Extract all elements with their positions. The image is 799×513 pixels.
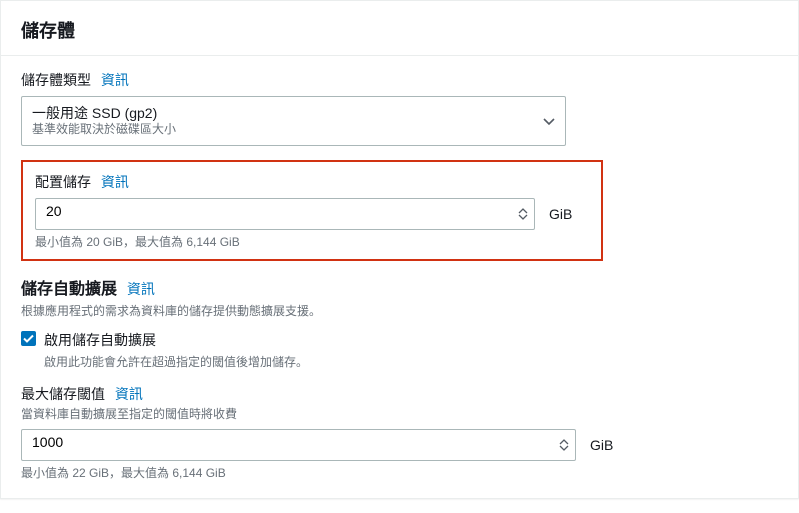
max-threshold-input[interactable] [32, 434, 551, 450]
allocated-storage-input-wrap [35, 198, 535, 230]
autoscaling-checkbox-help: 啟用此功能會允許在超過指定的閾值後增加儲存。 [44, 354, 308, 371]
info-link[interactable]: 資訊 [127, 281, 155, 297]
field-storage-type: 儲存體類型 資訊 一般用途 SSD (gp2) 基準效能取決於磁碟區大小 [21, 70, 778, 146]
max-threshold-desc: 當資料庫自動擴展至指定的閾值時將收費 [21, 406, 778, 423]
number-stepper[interactable] [557, 439, 571, 451]
unit-label: GiB [549, 206, 572, 222]
info-link[interactable]: 資訊 [115, 386, 143, 402]
storage-type-select[interactable]: 一般用途 SSD (gp2) 基準效能取決於磁碟區大小 [21, 96, 566, 146]
input-row: GiB [21, 429, 778, 461]
autoscaling-checkbox-label: 啟用儲存自動擴展 [44, 330, 308, 350]
info-link[interactable]: 資訊 [101, 72, 129, 88]
autoscaling-desc: 根據應用程式的需求為資料庫的儲存提供動態擴展支援。 [21, 303, 778, 320]
allocated-storage-help: 最小值為 20 GiB，最大值為 6,144 GiB [35, 234, 589, 251]
panel-body: 儲存體類型 資訊 一般用途 SSD (gp2) 基準效能取決於磁碟區大小 配置儲… [1, 56, 798, 498]
caret-down-icon [543, 113, 555, 129]
label-row: 最大儲存閾值 資訊 [21, 384, 778, 404]
allocated-storage-highlight: 配置儲存 資訊 GiB 最小值為 20 GiB，最大值為 6,144 GiB [21, 160, 603, 261]
autoscaling-heading-row: 儲存自動擴展 資訊 [21, 275, 778, 299]
checkbox-content: 啟用儲存自動擴展 啟用此功能會允許在超過指定的閾值後增加儲存。 [44, 330, 308, 371]
select-value: 一般用途 SSD (gp2) [32, 104, 535, 122]
label-row: 配置儲存 資訊 [35, 172, 589, 192]
max-threshold-help: 最小值為 22 GiB，最大值為 6,144 GiB [21, 465, 778, 482]
enable-autoscaling-checkbox[interactable] [21, 331, 36, 346]
allocated-storage-label: 配置儲存 [35, 174, 91, 190]
allocated-storage-input[interactable] [46, 203, 510, 219]
panel-title: 儲存體 [21, 17, 778, 43]
number-stepper[interactable] [516, 208, 530, 220]
autoscaling-heading: 儲存自動擴展 [21, 281, 117, 298]
label-row: 儲存體類型 資訊 [21, 70, 778, 90]
max-threshold-label: 最大儲存閾值 [21, 386, 105, 402]
storage-panel: 儲存體 儲存體類型 資訊 一般用途 SSD (gp2) 基準效能取決於磁碟區大小… [0, 0, 799, 499]
select-subtext: 基準效能取決於磁碟區大小 [32, 122, 535, 138]
field-max-threshold: 最大儲存閾值 資訊 當資料庫自動擴展至指定的閾值時將收費 GiB 最小值為 22… [21, 384, 778, 482]
max-threshold-input-wrap [21, 429, 576, 461]
input-row: GiB [35, 198, 589, 230]
unit-label: GiB [590, 437, 613, 453]
panel-header: 儲存體 [1, 1, 798, 56]
storage-type-label: 儲存體類型 [21, 72, 91, 88]
info-link[interactable]: 資訊 [101, 174, 129, 190]
autoscaling-checkbox-row: 啟用儲存自動擴展 啟用此功能會允許在超過指定的閾值後增加儲存。 [21, 330, 778, 371]
